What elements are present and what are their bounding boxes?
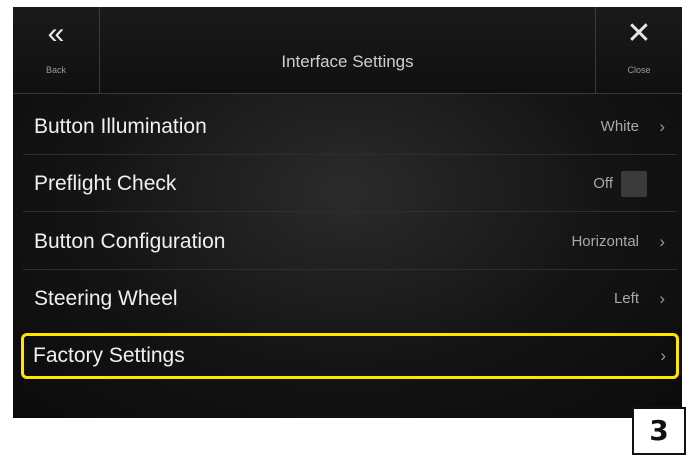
- chevron-right-icon: ›: [659, 117, 665, 136]
- setting-row-steering-wheel[interactable]: Steering Wheel Left ›: [23, 276, 677, 322]
- page-frame: « Back Interface Settings ✕ Close Button…: [0, 0, 696, 457]
- setting-label: Button Configuration: [34, 230, 226, 253]
- divider: [23, 269, 677, 270]
- setting-label: Factory Settings: [33, 344, 185, 367]
- chevron-right-icon: ›: [659, 289, 665, 308]
- back-button[interactable]: « Back: [13, 7, 100, 93]
- back-button-label: Back: [45, 65, 66, 75]
- page-title: Interface Settings: [281, 52, 414, 71]
- setting-value: Off: [593, 175, 613, 192]
- setting-row-factory-settings[interactable]: Factory Settings ›: [21, 333, 679, 379]
- setting-row-button-illumination[interactable]: Button Illumination White ›: [23, 104, 677, 155]
- divider: [23, 154, 677, 155]
- setting-value: White: [600, 118, 639, 135]
- close-icon: ✕: [626, 17, 652, 50]
- setting-value: Left: [613, 290, 639, 307]
- setting-label: Steering Wheel: [34, 287, 178, 310]
- setting-row-preflight-check[interactable]: Preflight Check Off: [23, 161, 677, 212]
- close-button-label: Close: [627, 65, 651, 75]
- step-number-badge: 3: [632, 407, 686, 455]
- setting-label: Button Illumination: [34, 115, 207, 138]
- header-bar: « Back Interface Settings ✕ Close: [13, 7, 682, 94]
- chevron-right-icon: ›: [660, 346, 666, 365]
- divider: [23, 211, 677, 212]
- toggle-switch[interactable]: [621, 171, 647, 197]
- setting-row-button-configuration[interactable]: Button Configuration Horizontal ›: [23, 219, 677, 270]
- setting-value: Horizontal: [571, 233, 639, 250]
- device-screen: « Back Interface Settings ✕ Close Button…: [13, 7, 682, 418]
- double-chevron-left-icon: «: [47, 17, 65, 50]
- close-button[interactable]: ✕ Close: [595, 7, 682, 93]
- chevron-right-icon: ›: [659, 232, 665, 251]
- setting-label: Preflight Check: [34, 172, 177, 195]
